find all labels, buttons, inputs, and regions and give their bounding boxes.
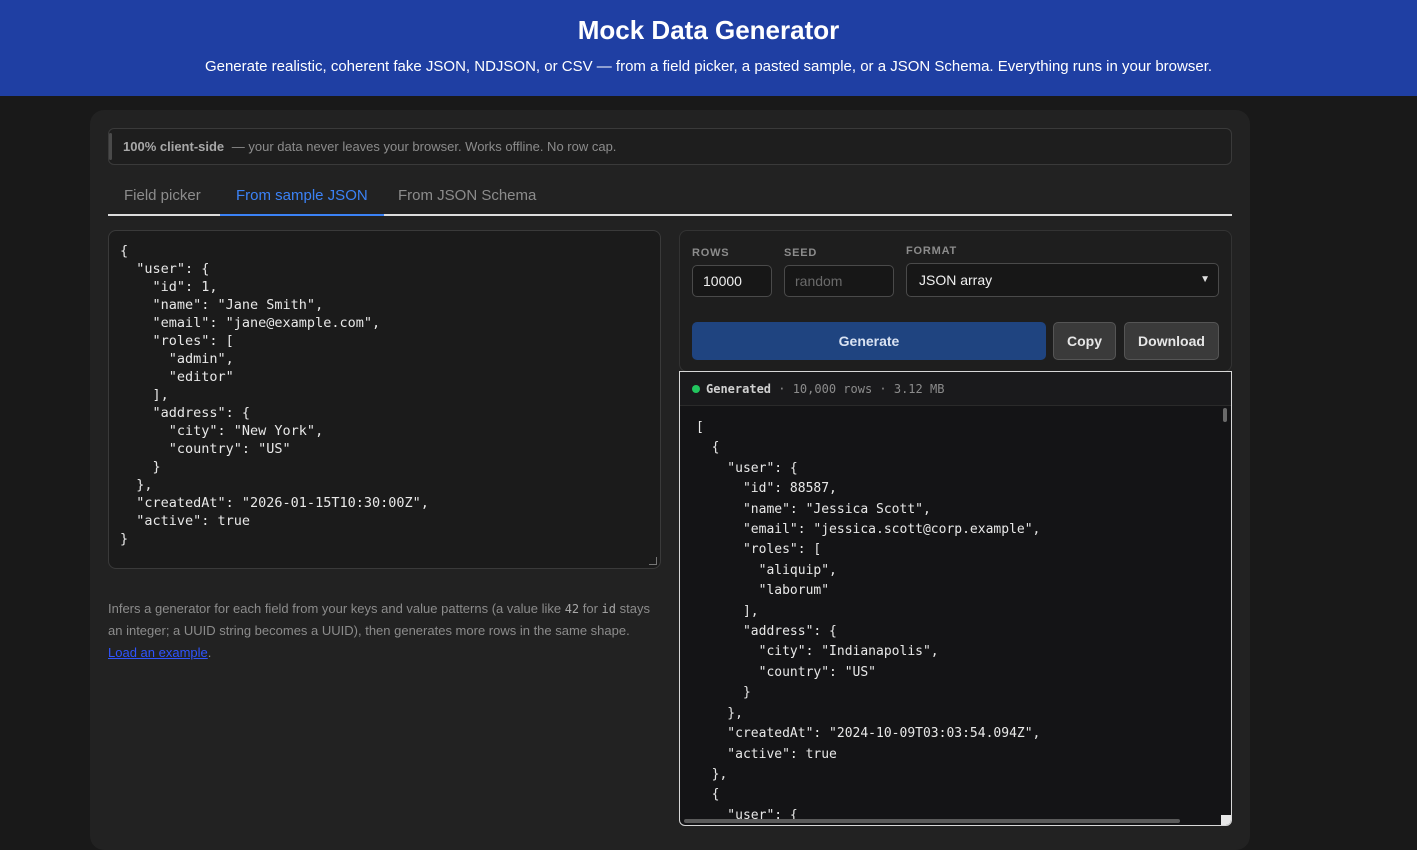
mode-tabs: Field picker From sample JSON From JSON … <box>108 181 1232 216</box>
privacy-notice-text: — your data never leaves your browser. W… <box>231 139 617 154</box>
seed-label: SEED <box>784 247 818 259</box>
help-code-value: 42 <box>564 602 580 616</box>
copy-button[interactable]: Copy <box>1053 322 1116 360</box>
output-code: [ { "user": { "id": 88587, "name": "Jess… <box>696 420 1041 823</box>
status-dot-icon <box>692 385 700 393</box>
rows-label: ROWS <box>692 247 730 259</box>
page-header: Mock Data Generator Generate realistic, … <box>0 0 1417 96</box>
status-meta: · 10,000 rows · 3.12 MB <box>771 382 945 396</box>
page-title: Mock Data Generator <box>577 15 840 45</box>
format-select[interactable]: JSON array ▼ <box>906 263 1219 297</box>
download-button[interactable]: Download <box>1124 322 1219 360</box>
resize-grip-icon <box>649 557 657 565</box>
generate-button[interactable]: Generate <box>692 322 1046 360</box>
load-example-link[interactable]: Load an example <box>108 645 208 660</box>
page-subtitle: Generate realistic, coherent fake JSON, … <box>204 58 1213 75</box>
tab-field-picker[interactable]: Field picker <box>108 181 217 216</box>
tab-from-sample-json[interactable]: From sample JSON <box>220 181 384 216</box>
generator-controls: ROWS 10000 SEED random FORMAT JSON array… <box>679 230 1232 372</box>
help-text-part: for <box>579 601 602 616</box>
chevron-down-icon: ▼ <box>1200 274 1210 285</box>
sample-help-text: Infers a generator for each field from y… <box>108 598 661 664</box>
rows-input[interactable]: 10000 <box>692 265 772 297</box>
sample-json-editor[interactable]: { "user": { "id": 1, "name": "Jane Smith… <box>108 230 661 569</box>
main-card: 100% client-side — your data never leave… <box>90 110 1250 850</box>
scroll-corner <box>1221 815 1231 825</box>
help-text-part: Infers a generator for each field from y… <box>108 601 565 616</box>
privacy-notice: 100% client-side — your data never leave… <box>108 128 1232 165</box>
editor-resize-handle[interactable] <box>649 557 659 567</box>
seed-input[interactable]: random <box>784 265 894 297</box>
output-panel: Generated · 10,000 rows · 3.12 MB [ { "u… <box>679 371 1232 826</box>
format-select-value: JSON array <box>919 272 993 288</box>
format-label: FORMAT <box>906 245 958 257</box>
output-status: Generated · 10,000 rows · 3.12 MB <box>680 372 1231 406</box>
status-word: Generated <box>706 382 772 396</box>
privacy-notice-strong: 100% client-side <box>123 139 225 154</box>
tab-from-json-schema[interactable]: From JSON Schema <box>382 181 552 216</box>
help-text-part: . <box>207 645 212 660</box>
output-horizontal-scrollbar[interactable] <box>684 819 1180 823</box>
output-vertical-scrollbar[interactable] <box>1223 408 1227 422</box>
help-code-key: id <box>601 602 616 616</box>
